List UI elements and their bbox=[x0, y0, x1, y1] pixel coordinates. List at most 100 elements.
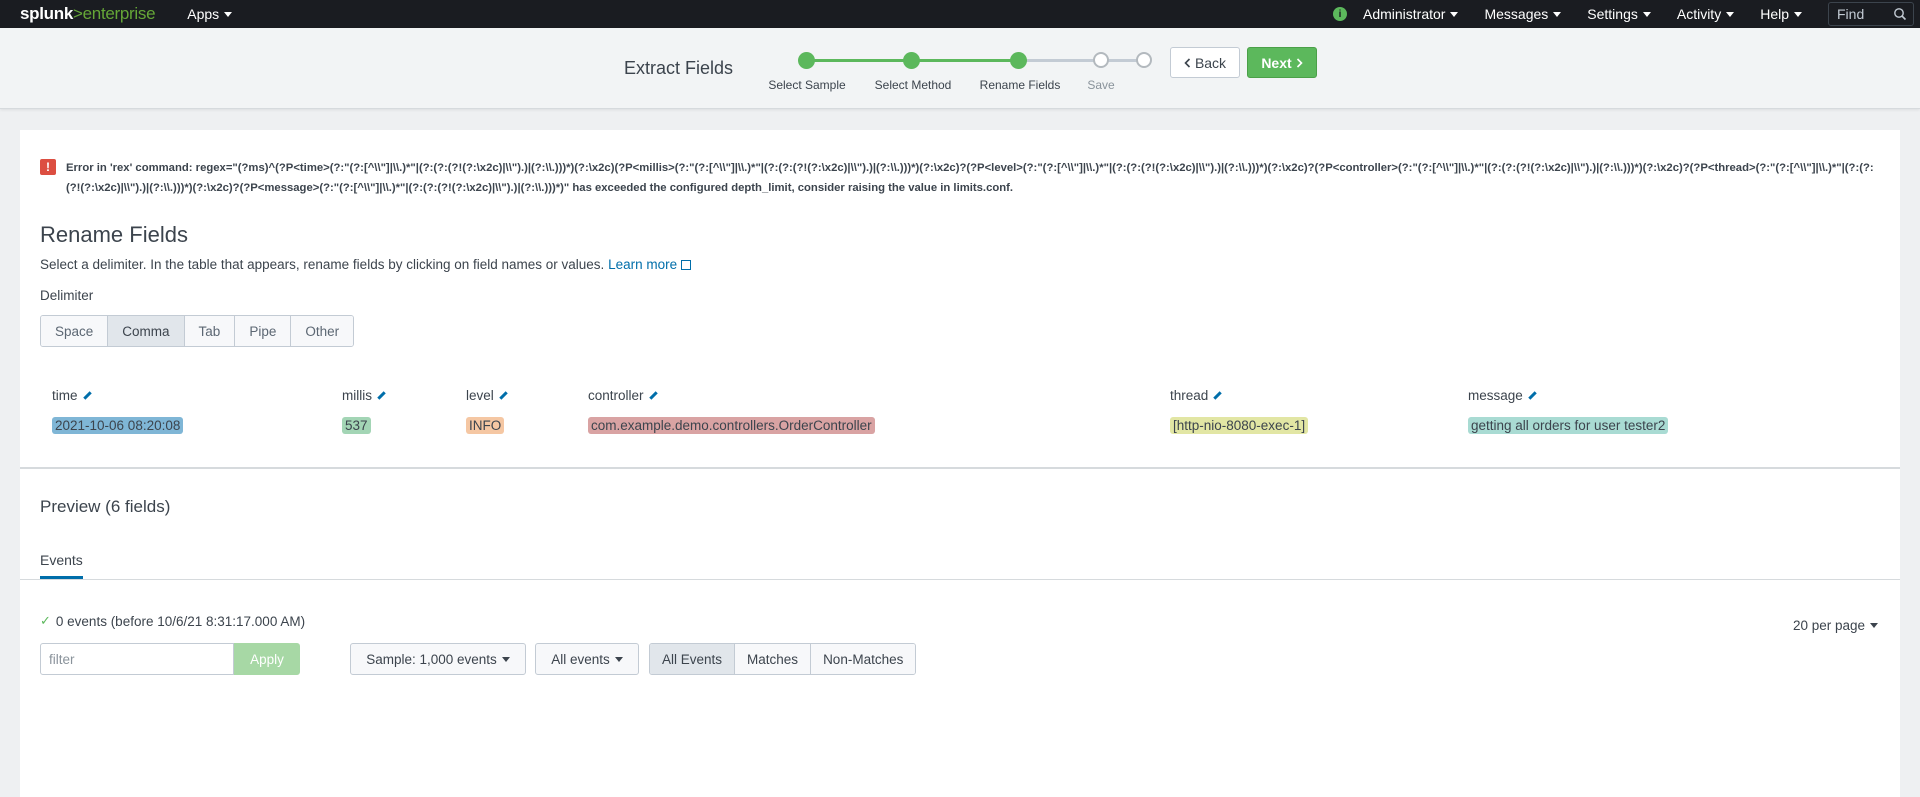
step-label-save: Save bbox=[1087, 78, 1115, 92]
match-all-events[interactable]: All Events bbox=[650, 644, 736, 674]
field-name-level[interactable]: level bbox=[466, 385, 508, 405]
field-name-time[interactable]: time bbox=[52, 385, 183, 405]
chevron-down-icon bbox=[1870, 623, 1878, 628]
back-button[interactable]: Back bbox=[1170, 47, 1240, 78]
step-dot-rename-fields bbox=[1010, 52, 1027, 69]
field-name-thread[interactable]: thread bbox=[1170, 385, 1308, 405]
chevron-down-icon bbox=[1553, 11, 1562, 17]
field-value-time[interactable]: 2021-10-06 08:20:08 bbox=[52, 417, 184, 434]
field-column-time: time 2021-10-06 08:20:08 bbox=[52, 385, 184, 434]
splunk-logo[interactable]: splunk > enterprise bbox=[20, 4, 156, 24]
field-column-controller: controller com.example.demo.controllers.… bbox=[588, 385, 875, 434]
logo-gt-text: > bbox=[73, 4, 83, 23]
chevron-down-icon bbox=[224, 11, 233, 17]
help-menu-label: Help bbox=[1760, 6, 1789, 22]
filter-box bbox=[40, 643, 234, 675]
delimiter-other[interactable]: Other bbox=[291, 316, 354, 346]
delimiter-comma[interactable]: Comma bbox=[108, 316, 185, 346]
messages-menu[interactable]: Messages bbox=[1484, 6, 1562, 22]
field-name-label: thread bbox=[1170, 387, 1209, 403]
step-connector bbox=[1019, 59, 1101, 62]
field-value-millis[interactable]: 537 bbox=[342, 417, 371, 434]
field-value-level[interactable]: INFO bbox=[466, 417, 505, 434]
pencil-icon bbox=[82, 390, 92, 400]
step-dot-select-method bbox=[903, 52, 920, 69]
apps-menu-label: Apps bbox=[187, 6, 220, 22]
field-column-thread: thread [http-nio-8080-exec-1] bbox=[1170, 385, 1309, 434]
delimiter-tab[interactable]: Tab bbox=[184, 316, 236, 346]
logo-product-text: enterprise bbox=[82, 4, 156, 23]
delimiter-pipe[interactable]: Pipe bbox=[235, 316, 292, 346]
logo-brand-text: splunk bbox=[20, 4, 73, 23]
find-box bbox=[1828, 2, 1914, 26]
all-events-dropdown[interactable]: All events bbox=[535, 643, 639, 675]
wizard-header: Extract Fields Select Sample Select Meth… bbox=[0, 28, 1920, 109]
per-page-label: 20 per page bbox=[1792, 618, 1865, 633]
help-menu[interactable]: Help bbox=[1760, 6, 1802, 22]
administrator-menu[interactable]: Administrator bbox=[1362, 6, 1459, 22]
per-page-dropdown[interactable]: 20 per page bbox=[1793, 618, 1878, 633]
rename-description: Select a delimiter. In the table that ap… bbox=[40, 257, 692, 272]
learn-more-link[interactable]: Learn more bbox=[608, 257, 692, 272]
sample-dropdown-label: Sample: 1,000 events bbox=[366, 651, 497, 667]
rename-fields-heading: Rename Fields bbox=[40, 222, 188, 247]
activity-menu[interactable]: Activity bbox=[1676, 6, 1735, 22]
apply-button[interactable]: Apply bbox=[234, 643, 300, 675]
external-link-icon bbox=[681, 260, 692, 270]
step-dot-select-sample bbox=[798, 52, 815, 69]
administrator-menu-label: Administrator bbox=[1362, 6, 1446, 22]
preview-heading: Preview (6 fields) bbox=[40, 497, 171, 516]
field-value-thread[interactable]: [http-nio-8080-exec-1] bbox=[1170, 417, 1309, 434]
chevron-down-icon bbox=[1450, 11, 1459, 17]
apps-menu[interactable]: Apps bbox=[187, 6, 233, 22]
chevron-down-icon bbox=[1794, 11, 1802, 17]
pencil-icon bbox=[1528, 390, 1537, 400]
settings-menu-label: Settings bbox=[1587, 6, 1638, 22]
activity-menu-label: Activity bbox=[1676, 6, 1722, 22]
info-icon[interactable]: i bbox=[1332, 7, 1347, 21]
chevron-left-icon bbox=[1184, 57, 1191, 68]
settings-menu[interactable]: Settings bbox=[1587, 6, 1651, 22]
field-name-controller[interactable]: controller bbox=[588, 385, 875, 405]
field-column-message: message getting all orders for user test… bbox=[1468, 385, 1669, 434]
step-connector bbox=[912, 59, 1019, 62]
tab-events[interactable]: Events bbox=[40, 552, 83, 579]
step-label-select-sample: Select Sample bbox=[768, 78, 846, 92]
pencil-icon bbox=[377, 390, 386, 400]
wizard-title: Extract Fields bbox=[624, 58, 734, 78]
match-matches[interactable]: Matches bbox=[735, 644, 812, 674]
filter-input[interactable] bbox=[41, 644, 233, 674]
field-name-message[interactable]: message bbox=[1468, 385, 1668, 405]
chevron-down-icon bbox=[501, 656, 510, 662]
step-label-rename-fields: Rename Fields bbox=[979, 78, 1061, 92]
step-label-select-method: Select Method bbox=[874, 78, 952, 92]
delimiter-space[interactable]: Space bbox=[41, 316, 109, 346]
field-name-label: controller bbox=[588, 387, 644, 403]
event-count-text: 0 events (before 10/6/21 8:31:17.000 AM) bbox=[55, 613, 306, 629]
chevron-down-icon bbox=[1642, 11, 1651, 17]
field-name-label: millis bbox=[342, 387, 372, 403]
next-button-label: Next bbox=[1261, 54, 1292, 71]
tabs-divider bbox=[20, 579, 1900, 580]
error-message: ! Error in 'rex' command: regex="(?ms)^(… bbox=[40, 158, 1880, 198]
field-column-millis: millis 537 bbox=[342, 385, 386, 434]
error-text: Error in 'rex' command: regex="(?ms)^(?P… bbox=[66, 162, 1874, 194]
search-icon[interactable] bbox=[1893, 7, 1907, 21]
chevron-down-icon bbox=[1726, 11, 1735, 17]
field-value-message[interactable]: getting all orders for user tester2 bbox=[1468, 417, 1669, 434]
main-panel: ! Error in 'rex' command: regex="(?ms)^(… bbox=[20, 130, 1900, 797]
section-divider bbox=[20, 467, 1900, 469]
next-button[interactable]: Next bbox=[1247, 47, 1317, 78]
field-name-millis[interactable]: millis bbox=[342, 385, 386, 405]
error-icon: ! bbox=[40, 159, 56, 175]
checkmark-icon: ✓ bbox=[40, 613, 51, 628]
rename-description-text: Select a delimiter. In the table that ap… bbox=[40, 257, 605, 272]
sample-dropdown[interactable]: Sample: 1,000 events bbox=[350, 643, 526, 675]
chevron-right-icon bbox=[1296, 57, 1303, 68]
field-name-label: message bbox=[1468, 387, 1523, 403]
delimiter-selector: Space Comma Tab Pipe Other bbox=[40, 315, 355, 347]
match-non-matches[interactable]: Non-Matches bbox=[811, 644, 916, 674]
field-value-controller[interactable]: com.example.demo.controllers.OrderContro… bbox=[588, 417, 875, 434]
match-filter-selector: All Events Matches Non-Matches bbox=[649, 643, 917, 675]
all-events-dropdown-label: All events bbox=[551, 651, 610, 667]
